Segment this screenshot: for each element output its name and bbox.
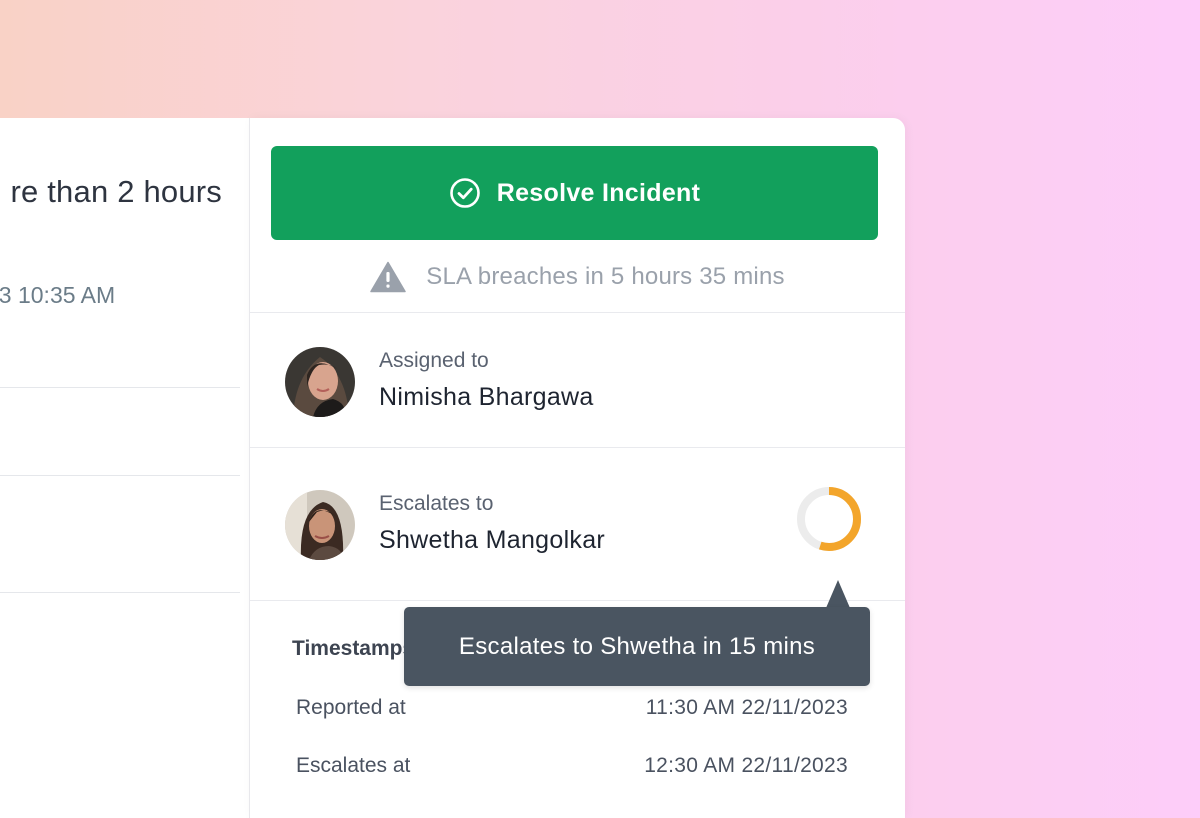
avatar[interactable] [285,347,355,417]
divider [250,600,905,601]
tooltip-arrow [826,580,850,608]
assigned-to-section: Assigned to Nimisha Bhargawa [285,347,885,417]
escalates-at-value: 12:30 AM 22/11/2023 [644,754,848,777]
divider [0,592,240,593]
divider [0,475,240,476]
assigned-to-label: Assigned to [379,349,489,372]
divider [250,312,905,313]
resolve-incident-label: Resolve Incident [496,178,701,207]
incident-date: 23 10:35 AM [0,282,116,308]
incident-action-card: Resolve Incident SLA breaches in 5 hours… [249,118,905,818]
sla-warning: SLA breaches in 5 hours 35 mins [250,256,905,298]
reported-at-label: Reported at [296,696,406,719]
warning-triangle-icon [370,261,407,293]
tooltip-text: Escalates to Shwetha in 15 mins [458,632,816,660]
escalation-tooltip: Escalates to Shwetha in 15 mins [404,607,870,686]
escalation-contact-name: Shwetha Mangolkar [379,526,606,554]
check-circle-icon [449,178,480,208]
sla-breach-text: SLA breaches in 5 hours 35 mins [426,263,785,290]
resolve-incident-button[interactable]: Resolve Incident [271,146,878,240]
timestamps-header: Timestamps [292,637,415,660]
avatar[interactable] [285,490,355,560]
divider [250,447,905,448]
escalates-at-label: Escalates at [296,754,411,777]
reported-at-value: 11:30 AM 22/11/2023 [645,696,848,719]
assignee-name: Nimisha Bhargawa [379,383,594,411]
escalates-to-label: Escalates to [379,492,494,515]
incident-title: re than 2 hours [10,174,222,209]
incident-details-panel: re than 2 hours 23 10:35 AM [0,118,249,818]
divider [0,387,240,388]
escalation-countdown-ring[interactable] [795,485,863,553]
